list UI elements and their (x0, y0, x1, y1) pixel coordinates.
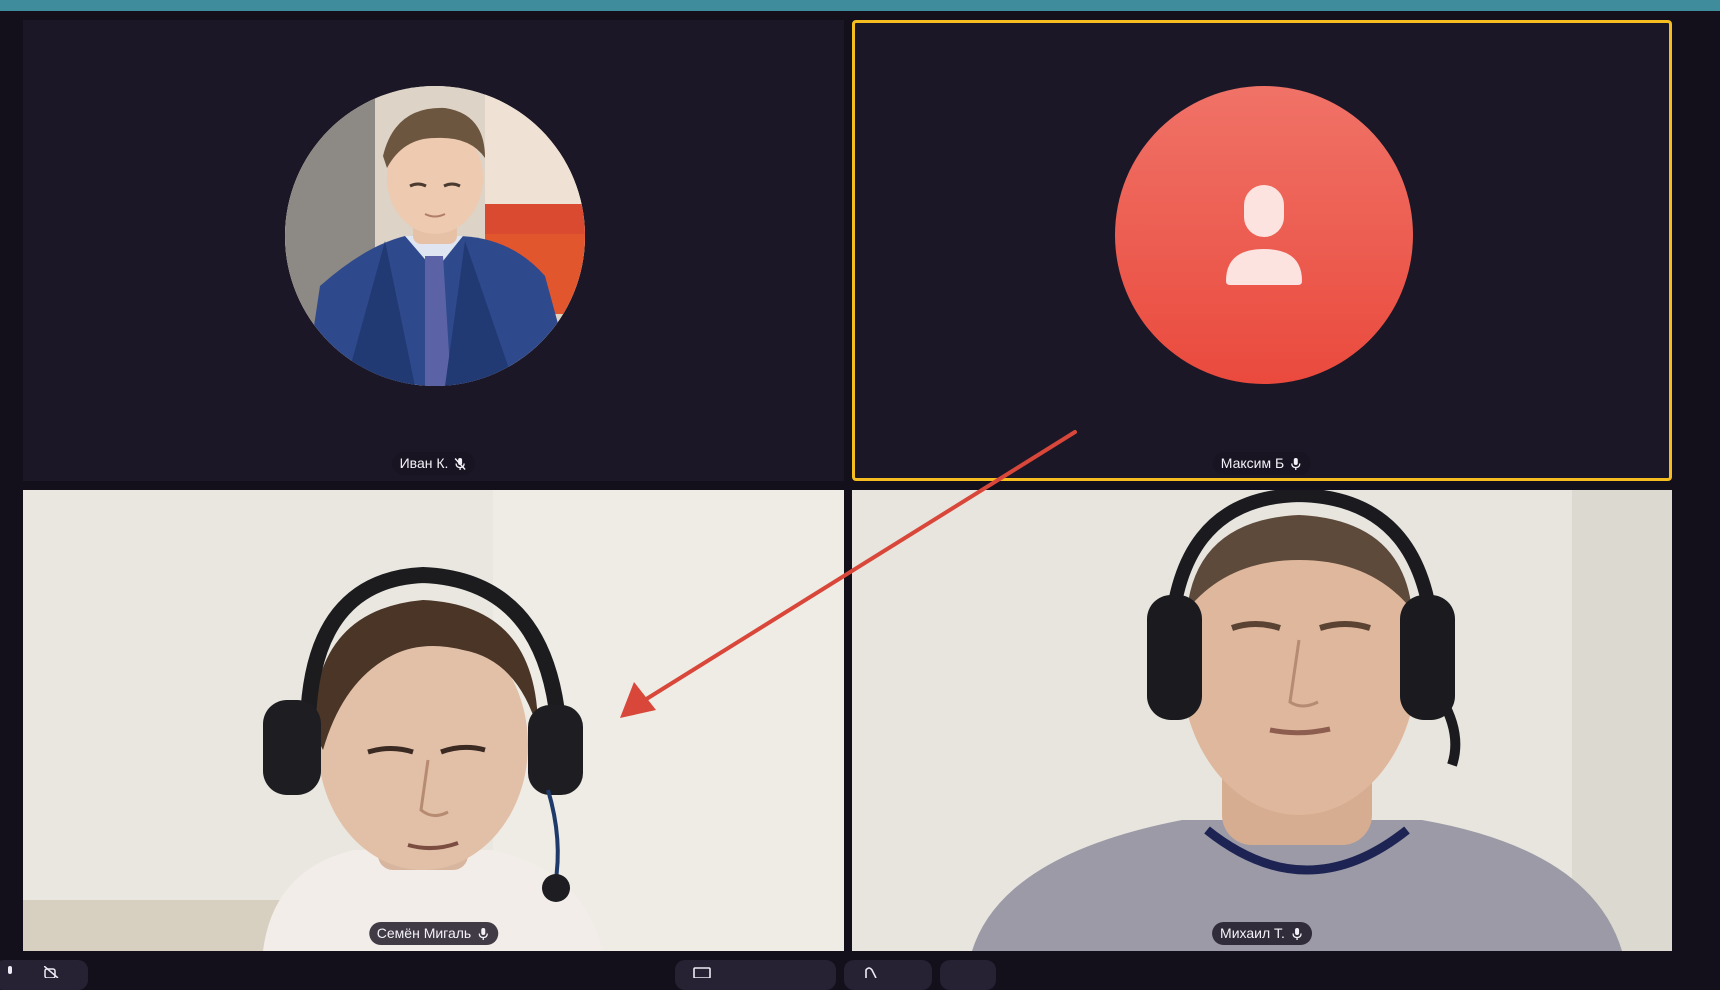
participant-name: Иван К. (399, 455, 449, 471)
video-feed (23, 490, 844, 951)
participant-name-label: Максим Б (1212, 452, 1312, 475)
avatar-photo-image (285, 86, 585, 386)
toolbar-reactions-button[interactable] (844, 960, 932, 990)
avatar (285, 86, 585, 386)
video-frame-image (852, 490, 1672, 951)
avatar (1115, 86, 1413, 384)
participant-name: Семён Мигаль (376, 925, 472, 941)
microphone-icon (1290, 927, 1304, 941)
video-feed (852, 490, 1672, 951)
toolbar-left-controls[interactable] (0, 960, 88, 990)
call-toolbar (0, 960, 1720, 990)
user-silhouette-icon (1226, 185, 1302, 285)
participant-tile-ivan[interactable]: Иван К. (23, 20, 844, 481)
participant-name: Максим Б (1220, 455, 1285, 471)
participant-name-label: Михаил Т. (1212, 922, 1312, 945)
screen-share-icon (693, 966, 711, 978)
toolbar-more-button[interactable] (940, 960, 996, 990)
window-top-strip (0, 0, 1720, 11)
microphone-icon (476, 927, 490, 941)
participant-name: Михаил Т. (1220, 925, 1285, 941)
participant-tile-semyon[interactable]: Семён Мигаль (23, 490, 844, 951)
microphone-icon (1289, 457, 1303, 471)
participant-name-label: Семён Мигаль (368, 922, 499, 945)
participant-name-label: Иван К. (391, 452, 476, 475)
participant-tile-maksim[interactable]: Максим Б (852, 20, 1672, 481)
camera-off-icon[interactable] (44, 966, 60, 978)
microphone-muted-icon (453, 457, 467, 471)
participant-tile-mikhail[interactable]: Михаил Т. (852, 490, 1672, 951)
hand-icon (864, 966, 878, 978)
microphone-icon[interactable] (4, 966, 16, 978)
video-frame-image (23, 490, 844, 951)
toolbar-share-screen-button[interactable] (675, 960, 836, 990)
